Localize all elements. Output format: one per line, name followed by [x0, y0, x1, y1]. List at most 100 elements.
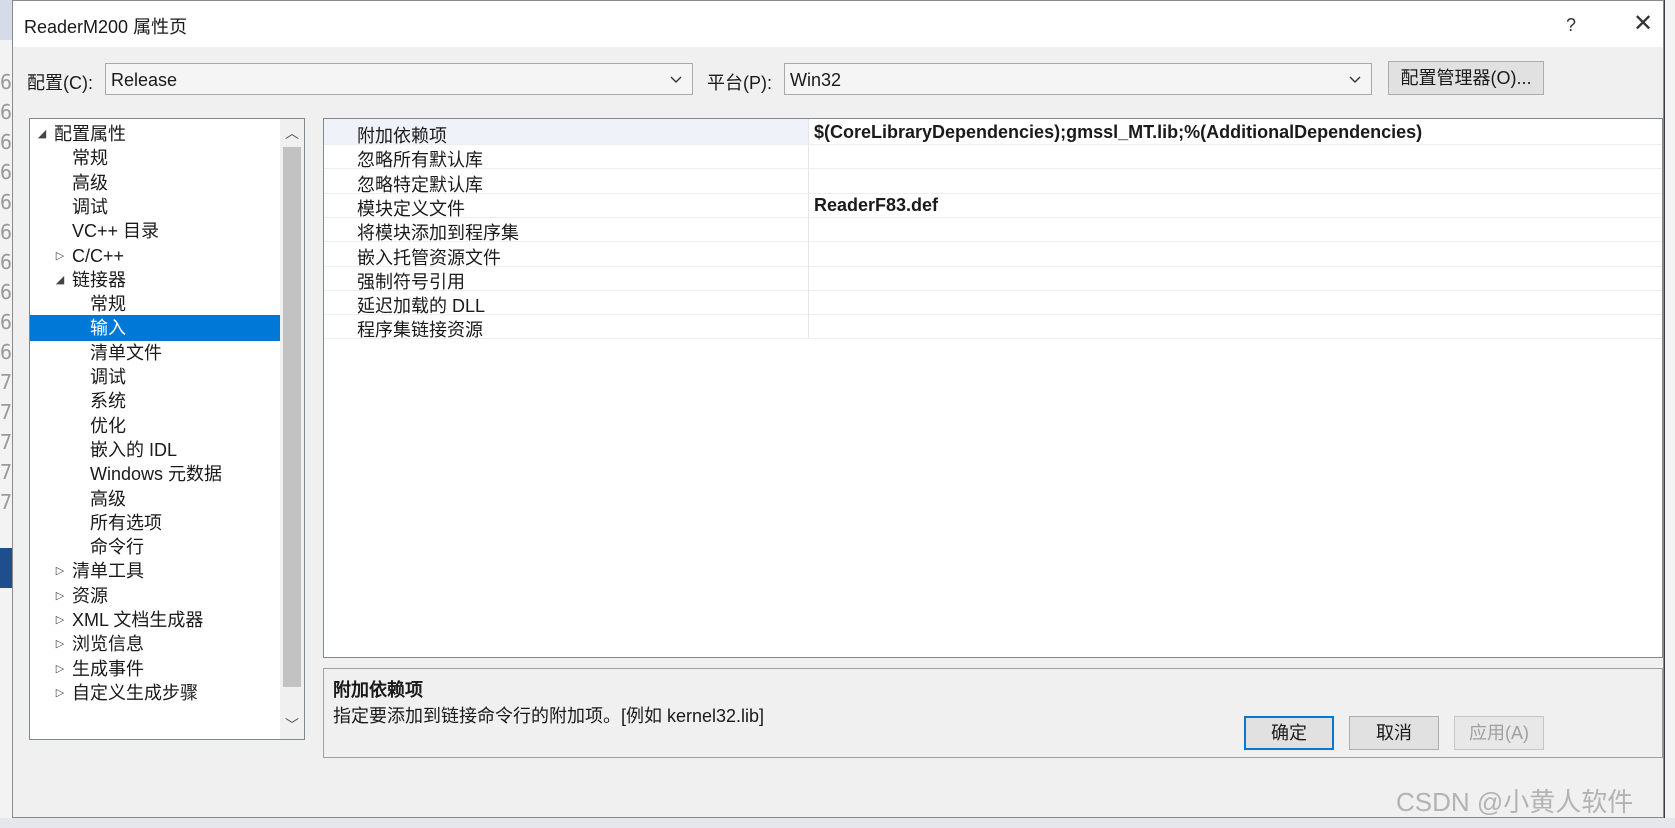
tree-item[interactable]: ◢ 配置属性 — [30, 121, 278, 147]
column-separator — [808, 216, 809, 243]
column-separator — [808, 289, 809, 316]
property-row[interactable]: 程序集链接资源 — [324, 313, 1662, 340]
column-separator — [808, 167, 809, 194]
tree-item[interactable]: 输入 — [30, 315, 280, 342]
tree-item-label: 常规 — [90, 294, 126, 315]
tree-item-label: 命令行 — [90, 537, 144, 558]
tree-item[interactable]: ▷ 资源 — [30, 583, 278, 609]
chevron-down-icon — [670, 76, 682, 83]
tree-item-label: 系统 — [90, 391, 126, 412]
title-bar: ReaderM200 属性页 ? ✕ — [13, 1, 1663, 47]
column-separator — [808, 191, 809, 218]
property-row[interactable]: 将模块添加到程序集 — [324, 216, 1662, 243]
scroll-up-icon[interactable]: ︿ — [280, 119, 304, 147]
tree-item[interactable]: 嵌入的 IDL — [30, 437, 278, 463]
cancel-button[interactable]: 取消 — [1349, 716, 1439, 750]
close-button[interactable]: ✕ — [1623, 7, 1663, 41]
background-right-edge — [1665, 0, 1675, 828]
tree-item-label: 自定义生成步骤 — [72, 682, 198, 703]
apply-button[interactable]: 应用(A) — [1454, 716, 1544, 750]
tree-item[interactable]: ▷ 生成事件 — [30, 656, 278, 682]
collapsed-triangle-icon[interactable]: ▷ — [54, 607, 66, 633]
background-bottom-edge — [0, 818, 1675, 828]
property-row[interactable]: 强制符号引用 — [324, 264, 1662, 292]
tree-item[interactable]: 系统 — [30, 388, 278, 414]
column-separator — [808, 143, 809, 170]
help-button[interactable]: ? — [1551, 9, 1591, 41]
tree-item-label: XML 文档生成器 — [72, 610, 204, 630]
tree-item-label: C/C++ — [72, 245, 125, 266]
tree-item[interactable]: 高级 — [30, 170, 278, 196]
tree-item[interactable]: 高级 — [30, 486, 278, 512]
tree-item[interactable]: VC++ 目录 — [30, 218, 278, 244]
tree-item-label: 调试 — [72, 196, 108, 217]
ok-button[interactable]: 确定 — [1244, 716, 1334, 750]
property-value[interactable]: $(CoreLibraryDependencies);gmssl_MT.lib;… — [814, 122, 1422, 143]
description-text: 指定要添加到链接命令行的附加项。[例如 kernel32.lib] — [333, 706, 765, 726]
collapsed-triangle-icon[interactable]: ▷ — [54, 558, 66, 584]
platform-select[interactable]: Win32 — [784, 63, 1372, 95]
tree-item[interactable]: ▷ XML 文档生成器 — [30, 607, 278, 633]
tree-item[interactable]: 命令行 — [30, 534, 278, 560]
tree-item[interactable]: Windows 元数据 — [30, 461, 278, 487]
tree-item[interactable]: ▷ C/C++ — [30, 243, 278, 269]
tree-item[interactable]: 所有选项 — [30, 510, 278, 536]
property-value[interactable]: ReaderF83.def — [814, 195, 938, 216]
tree-item-label: 资源 — [72, 585, 108, 606]
property-row[interactable]: 延迟加载的 DLL — [324, 289, 1662, 316]
column-separator — [808, 264, 809, 291]
tree-item-label: 配置属性 — [54, 124, 126, 144]
column-separator — [808, 240, 809, 267]
tree-item[interactable]: 优化 — [30, 413, 278, 439]
close-icon: ✕ — [1632, 10, 1654, 37]
platform-select-value: Win32 — [790, 70, 842, 90]
tree-item[interactable]: 常规 — [30, 291, 278, 317]
tree-item[interactable]: 清单文件 — [30, 340, 278, 366]
tree-item[interactable]: ▷ 清单工具 — [30, 558, 278, 584]
tree-item-label: 常规 — [72, 148, 108, 169]
tree-item-label: 清单文件 — [90, 342, 162, 363]
collapsed-triangle-icon[interactable]: ▷ — [54, 583, 66, 609]
property-row[interactable]: 忽略特定默认库 — [324, 167, 1662, 195]
tree-item-label: 高级 — [72, 172, 108, 193]
tree-item[interactable]: 调试 — [30, 194, 278, 220]
tree-item[interactable]: 常规 — [30, 145, 278, 171]
tree-item[interactable]: ◢ 链接器 — [30, 267, 278, 293]
tree-item-label: Windows 元数据 — [90, 464, 223, 485]
column-separator — [808, 119, 809, 145]
tree-item-label: 嵌入的 IDL — [90, 439, 178, 460]
expanded-triangle-icon[interactable]: ◢ — [54, 267, 66, 293]
tree-item[interactable]: ▷ 浏览信息 — [30, 631, 278, 657]
scroll-down-icon[interactable]: ﹀ — [280, 711, 304, 739]
property-row[interactable]: 附加依赖项 $(CoreLibraryDependencies);gmssl_MT… — [324, 119, 1662, 146]
tree-item[interactable]: 调试 — [30, 364, 278, 390]
property-row[interactable]: 嵌入托管资源文件 — [324, 240, 1662, 268]
property-row[interactable]: 忽略所有默认库 — [324, 143, 1662, 170]
tree-item[interactable]: ▷ 自定义生成步骤 — [30, 680, 278, 706]
scrollbar-thumb[interactable] — [283, 147, 301, 687]
tree-item-label: 高级 — [90, 488, 126, 509]
property-pages-dialog: ReaderM200 属性页 ? ✕ 配置(C): Release 平台(P):… — [12, 0, 1664, 818]
tree-item-label: 输入 — [90, 318, 126, 339]
collapsed-triangle-icon[interactable]: ▷ — [54, 243, 66, 269]
config-manager-button[interactable]: 配置管理器(O)... — [1388, 61, 1544, 95]
collapsed-triangle-icon[interactable]: ▷ — [54, 680, 66, 706]
column-separator — [808, 313, 809, 340]
config-label: 配置(C): — [27, 73, 93, 93]
property-tree: ◢ 配置属性 常规 高级 调试 VC++ 目录 ▷ C/C++ ◢ 链接器 常规 输入 清单文件 调试 系统… — [29, 118, 305, 740]
row-divider — [324, 338, 1662, 340]
tree-scrollbar[interactable]: ︿ ﹀ — [280, 119, 304, 739]
tree-item-label: 链接器 — [72, 269, 126, 290]
dialog-title: ReaderM200 属性页 — [24, 17, 188, 37]
help-icon: ? — [1565, 15, 1576, 35]
config-select-value: Release — [111, 70, 178, 90]
property-row[interactable]: 模块定义文件 ReaderF83.def — [324, 191, 1662, 219]
tree-item-label: 所有选项 — [90, 512, 162, 533]
tree-item-label: 浏览信息 — [72, 634, 144, 655]
expanded-triangle-icon[interactable]: ◢ — [36, 121, 48, 147]
tree-item-label: 调试 — [90, 367, 126, 387]
collapsed-triangle-icon[interactable]: ▷ — [54, 656, 66, 682]
csdn-watermark: CSDN @小黄人软件 — [1396, 787, 1634, 817]
collapsed-triangle-icon[interactable]: ▷ — [54, 631, 66, 657]
config-select[interactable]: Release — [105, 63, 693, 95]
